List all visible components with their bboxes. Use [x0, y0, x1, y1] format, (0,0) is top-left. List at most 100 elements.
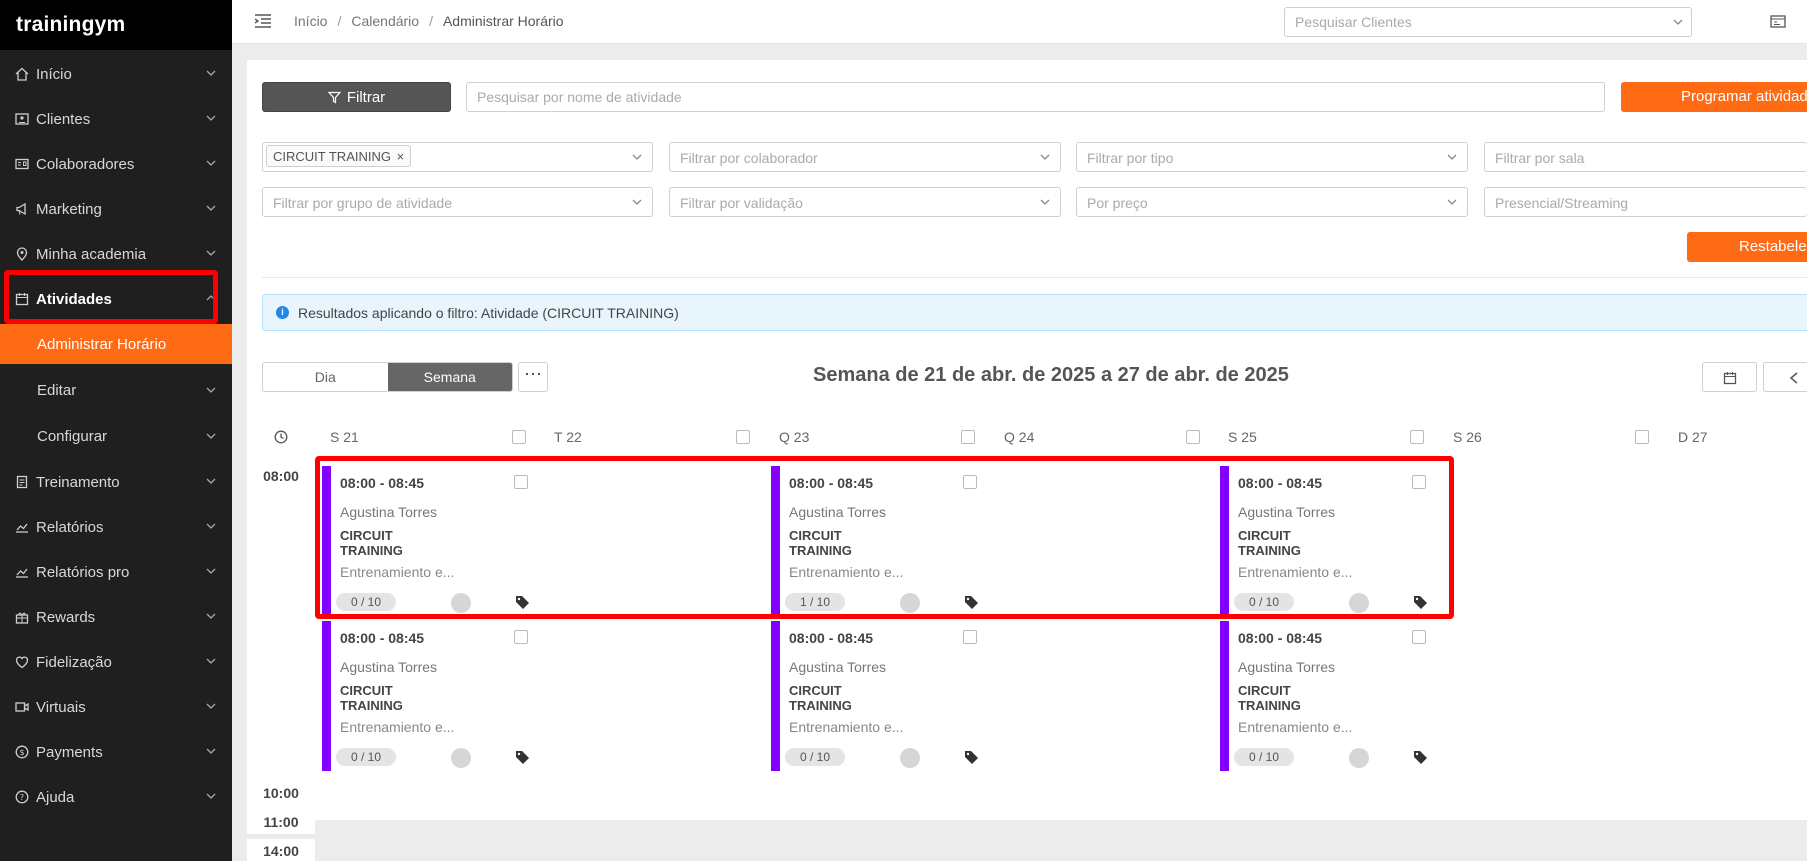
sidebar-subitem-administrar-horario[interactable]: Administrar Horário [0, 324, 232, 364]
chevron-down-icon [206, 703, 216, 709]
day-header-mon: S 21 [320, 422, 534, 452]
group-filter-placeholder: Filtrar por grupo de atividade [273, 195, 452, 211]
room-filter-select[interactable]: Filtrar por sala [1484, 142, 1807, 172]
event-capacity: 0 / 10 [336, 748, 396, 766]
event-status-dot [1349, 748, 1369, 768]
calendar-card-icon[interactable] [1770, 14, 1786, 28]
client-search-placeholder: Pesquisar Clientes [1295, 14, 1412, 30]
chevron-down-icon [632, 154, 642, 160]
sidebar-item-label: Relatórios [36, 518, 104, 536]
sidebar-subitem-editar[interactable]: Editar [0, 370, 232, 410]
day-header-label: S 26 [1453, 429, 1482, 445]
info-icon: i [276, 306, 289, 319]
clock-icon [274, 430, 288, 444]
event-time: 08:00 - 08:45 [789, 630, 874, 646]
svg-text:$: $ [19, 748, 24, 757]
validation-filter-select[interactable]: Filtrar por validação [669, 187, 1061, 217]
price-filter-select[interactable]: Por preço [1076, 187, 1468, 217]
sidebar-item-label: Minha academia [36, 245, 147, 263]
event-capacity: 0 / 10 [1234, 748, 1294, 766]
activity-search-input[interactable]: Pesquisar por nome de atividade [466, 82, 1605, 112]
event-select-checkbox[interactable] [963, 630, 977, 644]
day-select-checkbox[interactable] [512, 430, 526, 444]
breadcrumb-separator: / [429, 13, 433, 29]
price-filter-placeholder: Por preço [1087, 195, 1148, 211]
sidebar-item-inicio[interactable]: Início [0, 54, 232, 94]
sidebar-item-relatorios-pro[interactable]: Relatórios pro [0, 552, 232, 592]
event-coach: Agustina Torres [340, 659, 438, 675]
chevron-down-icon [632, 199, 642, 205]
tag-icon[interactable] [964, 750, 979, 765]
sidebar-item-rewards[interactable]: Rewards [0, 597, 232, 637]
highlight-box-atividades [4, 270, 218, 324]
collaborator-filter-select[interactable]: Filtrar por colaborador [669, 142, 1061, 172]
day-header-fri: S 25 [1218, 422, 1432, 452]
group-filter-select[interactable]: Filtrar por grupo de atividade [262, 187, 653, 217]
program-activity-button[interactable]: Programar atividade [1621, 82, 1807, 112]
event-card[interactable]: 08:00 - 08:45 Agustina Torres CIRCUIT TR… [322, 621, 536, 771]
chevron-down-icon [1673, 19, 1683, 25]
tag-icon[interactable] [1413, 750, 1428, 765]
mode-filter-placeholder: Presencial/Streaming [1495, 195, 1629, 211]
day-header-thu: Q 24 [994, 422, 1208, 452]
day-header-label: Q 23 [779, 429, 810, 445]
time-label: 11:00 [247, 810, 315, 834]
day-select-checkbox[interactable] [1635, 430, 1649, 444]
mode-filter-select[interactable]: Presencial/Streaming [1484, 187, 1807, 217]
sidebar-item-marketing[interactable]: Marketing [0, 189, 232, 229]
filter-button[interactable]: Filtrar [262, 82, 451, 112]
view-day-button[interactable]: Dia [263, 363, 388, 391]
reset-button[interactable]: Restabelecer [1687, 232, 1807, 262]
time-column-header [247, 422, 315, 452]
day-select-checkbox[interactable] [1186, 430, 1200, 444]
sidebar-item-label: Relatórios pro [36, 563, 130, 581]
day-header-wed: Q 23 [769, 422, 983, 452]
chevron-down-icon [206, 793, 216, 799]
sidebar-item-relatorios[interactable]: Relatórios [0, 507, 232, 547]
breadcrumb-calendario[interactable]: Calendário [351, 13, 419, 29]
tag-icon[interactable] [515, 750, 530, 765]
sidebar-item-payments[interactable]: $ Payments [0, 732, 232, 772]
chevron-down-icon [206, 70, 216, 76]
home-icon [14, 66, 30, 82]
more-options-button[interactable]: ⋯ [518, 362, 548, 392]
event-select-checkbox[interactable] [1412, 630, 1426, 644]
sidebar-item-clientes[interactable]: Clientes [0, 99, 232, 139]
event-card[interactable]: 08:00 - 08:45 Agustina Torres CIRCUIT TR… [771, 621, 985, 771]
date-picker-button[interactable] [1702, 362, 1757, 392]
video-icon [14, 699, 30, 715]
sidebar-item-label: Marketing [36, 200, 102, 218]
type-filter-placeholder: Filtrar por tipo [1087, 150, 1174, 166]
chart-line-icon [14, 564, 30, 580]
activity-search-placeholder: Pesquisar por nome de atividade [477, 89, 682, 105]
gift-icon [14, 609, 30, 625]
sidebar-item-colaboradores[interactable]: Colaboradores [0, 144, 232, 184]
breadcrumb-inicio[interactable]: Início [294, 13, 327, 29]
breadcrumb: Início / Calendário / Administrar Horári… [294, 13, 564, 29]
sidebar-item-minha-academia[interactable]: Minha academia [0, 234, 232, 274]
sidebar-item-treinamento[interactable]: Treinamento [0, 462, 232, 502]
chevron-down-icon [1040, 154, 1050, 160]
event-card[interactable]: 08:00 - 08:45 Agustina Torres CIRCUIT TR… [1220, 621, 1434, 771]
sidebar-item-ajuda[interactable]: ? Ajuda [0, 777, 232, 817]
previous-week-button[interactable] [1763, 362, 1807, 392]
sidebar-subitem-configurar[interactable]: Configurar [0, 416, 232, 456]
sidebar-item-label: Colaboradores [36, 155, 135, 173]
day-header-tue: T 22 [544, 422, 758, 452]
day-header-label: T 22 [554, 429, 582, 445]
day-select-checkbox[interactable] [961, 430, 975, 444]
logo[interactable]: trainingym [0, 0, 232, 50]
event-select-checkbox[interactable] [514, 630, 528, 644]
menu-collapse-icon[interactable] [254, 13, 272, 29]
day-select-checkbox[interactable] [736, 430, 750, 444]
sidebar-item-fidelizacao[interactable]: Fidelização [0, 642, 232, 682]
day-select-checkbox[interactable] [1410, 430, 1424, 444]
client-search-select[interactable]: Pesquisar Clientes [1284, 7, 1692, 37]
sidebar-item-virtuais[interactable]: Virtuais [0, 687, 232, 727]
chip-remove-icon[interactable]: × [397, 149, 405, 164]
view-week-button[interactable]: Semana [387, 363, 512, 391]
chevron-down-icon [206, 613, 216, 619]
chevron-down-icon [1447, 199, 1457, 205]
chevron-down-icon [206, 433, 216, 439]
type-filter-select[interactable]: Filtrar por tipo [1076, 142, 1468, 172]
